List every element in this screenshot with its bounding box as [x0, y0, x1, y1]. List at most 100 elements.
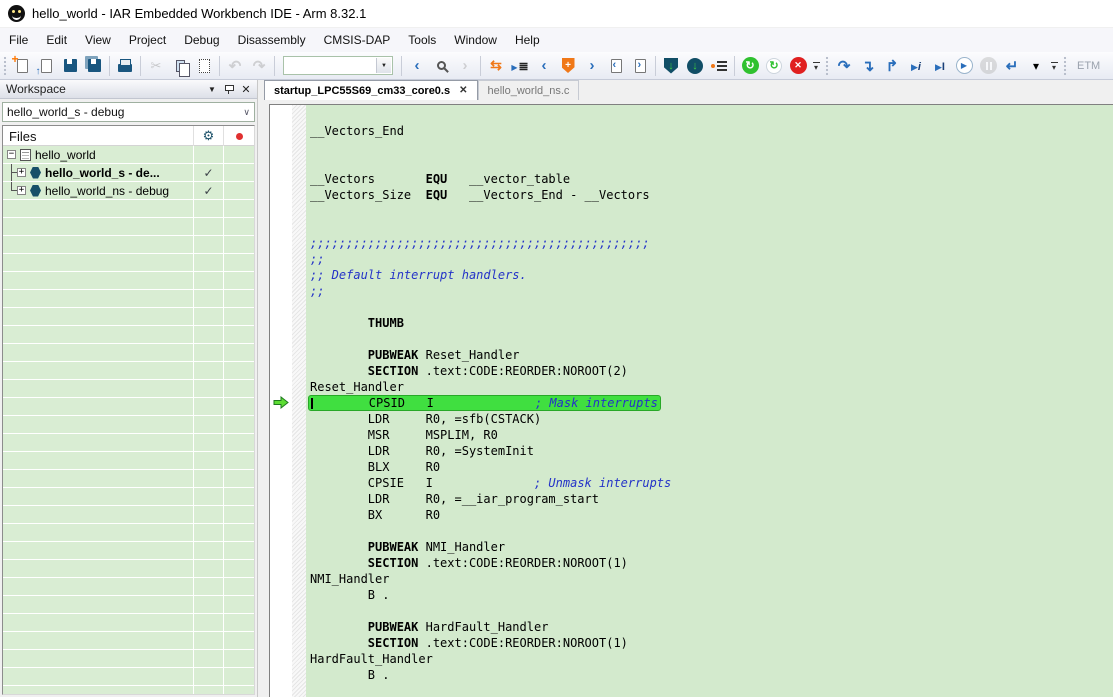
log-list-button[interactable]	[707, 54, 731, 78]
tree-row-hello-world-ns-debug[interactable]: +hello_world_ns - debug✓	[3, 182, 254, 200]
code-view[interactable]: __Vectors_End __Vectors EQU __vector_tab…	[306, 105, 1113, 697]
copy-button[interactable]	[168, 54, 192, 78]
output-column-header[interactable]	[223, 126, 254, 146]
toolbar-grip[interactable]	[2, 56, 8, 76]
undo-button[interactable]: ↶	[223, 54, 247, 78]
step-out-button[interactable]: ↱	[880, 54, 904, 78]
debug-options-dropdown[interactable]: ▾	[1024, 54, 1048, 78]
menu-tools[interactable]: Tools	[399, 28, 445, 52]
tab-startup-lpc55s69-cm33-core0-s[interactable]: startup_LPC55S69_cm33_core0.s✕	[264, 80, 478, 100]
expand-icon[interactable]: +	[17, 168, 26, 177]
menu-window[interactable]: Window	[445, 28, 506, 52]
next-bookmark-button[interactable]: ›	[580, 54, 604, 78]
new-document-icon	[17, 59, 28, 73]
collapse-icon[interactable]: −	[7, 150, 16, 159]
chevron-left-icon: ‹	[415, 57, 420, 74]
navigate-back-button[interactable]: ‹	[405, 54, 429, 78]
pin-icon[interactable]	[222, 82, 236, 96]
step-into-button[interactable]: ↴	[856, 54, 880, 78]
save-all-button[interactable]	[82, 54, 106, 78]
orange-shield-plus-icon: +	[562, 58, 575, 73]
expand-icon[interactable]: +	[17, 186, 26, 195]
run-to-cursor-button[interactable]	[928, 54, 952, 78]
menu-debug[interactable]: Debug	[175, 28, 228, 52]
toolbar-overflow-button[interactable]: ▾	[1048, 55, 1060, 77]
navigate-forward-button[interactable]: ›	[453, 54, 477, 78]
jump-to-list-button[interactable]	[508, 54, 532, 78]
current-statement-arrow-icon	[273, 396, 289, 409]
new-file-button[interactable]	[10, 54, 34, 78]
goto-next-doc-button[interactable]	[628, 54, 652, 78]
goto-previous-doc-button[interactable]	[604, 54, 628, 78]
toolbar-grip[interactable]	[1062, 56, 1068, 76]
toolbar-grip[interactable]	[824, 56, 830, 76]
menu-view[interactable]: View	[76, 28, 120, 52]
tree-empty-row	[3, 416, 254, 434]
step-return-button[interactable]: ↵	[1000, 54, 1024, 78]
print-button[interactable]	[113, 54, 137, 78]
code-line: ;;	[310, 283, 1113, 299]
code-line: LDR R0, =SystemInit	[310, 443, 1113, 459]
tree-row-hello-world-s-de-[interactable]: +hello_world_s - de...✓	[3, 164, 254, 182]
shield-download-icon: ↓	[664, 58, 678, 74]
options-column-header[interactable]: ⚙	[193, 126, 223, 146]
tree-empty-row	[3, 254, 254, 272]
toggle-source-button[interactable]: ⇆	[484, 54, 508, 78]
download-and-debug-button[interactable]: ↓	[659, 54, 683, 78]
find-combobox[interactable]: ▼	[283, 56, 393, 75]
go-button[interactable]: ▶	[952, 54, 976, 78]
close-icon[interactable]: ✕	[239, 82, 253, 96]
save-button[interactable]	[58, 54, 82, 78]
cut-button[interactable]: ✂	[144, 54, 168, 78]
paste-button[interactable]	[192, 54, 216, 78]
play-list-icon	[511, 57, 528, 75]
step-over-button[interactable]: ↷	[832, 54, 856, 78]
tab-close-icon[interactable]: ✕	[459, 85, 467, 96]
menu-edit[interactable]: Edit	[37, 28, 76, 52]
toolbar-separator	[140, 56, 141, 76]
tree-row-hello-world[interactable]: − hello_world	[3, 146, 254, 164]
workspace-menu-dropdown-icon[interactable]: ▼	[205, 82, 219, 96]
next-statement-button[interactable]	[904, 54, 928, 78]
code-line: THUMB	[310, 315, 1113, 331]
editor-gutter[interactable]	[292, 105, 306, 697]
toggle-bookmark-button[interactable]: +	[556, 54, 580, 78]
tab-hello-world-ns-c[interactable]: hello_world_ns.c	[478, 80, 580, 100]
workspace-panel-header[interactable]: Workspace ▼ ✕	[0, 80, 257, 99]
code-line: SECTION .text:CODE:REORDER:NOROOT(1)	[310, 555, 1113, 571]
stop-debugging-button[interactable]: ✕	[786, 54, 810, 78]
combo-dropdown-icon[interactable]: ▼	[376, 58, 391, 73]
redo-button[interactable]: ↷	[247, 54, 271, 78]
break-button[interactable]: ↻	[762, 54, 786, 78]
pause-button[interactable]	[976, 54, 1000, 78]
tree-node-label: hello_world_ns - debug	[45, 184, 169, 198]
code-line: MSR MSPLIM, R0	[310, 427, 1113, 443]
chevron-left-icon: ‹	[542, 57, 547, 74]
configuration-selector-value: hello_world_s - debug	[7, 105, 243, 119]
previous-bookmark-button[interactable]: ‹	[532, 54, 556, 78]
printer-icon	[118, 64, 132, 72]
find-input[interactable]	[286, 58, 374, 73]
open-file-button[interactable]	[34, 54, 58, 78]
menu-file[interactable]: File	[0, 28, 37, 52]
toolbar-separator	[109, 56, 110, 76]
menu-project[interactable]: Project	[120, 28, 175, 52]
menu-disassembly[interactable]: Disassembly	[229, 28, 315, 52]
etm-label[interactable]: ETM	[1077, 60, 1100, 72]
workspace-file-icon	[20, 149, 31, 161]
code-line	[310, 603, 1113, 619]
menu-cmsis-dap[interactable]: CMSIS-DAP	[315, 28, 400, 52]
toolbar-overflow-button[interactable]: ▾	[810, 55, 822, 77]
find-button[interactable]	[429, 54, 453, 78]
tree-empty-row	[3, 200, 254, 218]
debug-without-downloading-button[interactable]: ↓	[683, 54, 707, 78]
menu-help[interactable]: Help	[506, 28, 549, 52]
floppy-disk-icon	[64, 59, 77, 72]
document-back-icon	[611, 59, 622, 73]
tree-node-label: hello_world	[35, 148, 96, 162]
redo-arrow-icon: ↷	[253, 57, 266, 75]
reset-button[interactable]: ↻	[738, 54, 762, 78]
tree-empty-row	[3, 614, 254, 632]
reset-circle-icon: ↻	[742, 57, 759, 74]
configuration-selector[interactable]: hello_world_s - debug ∨	[2, 102, 255, 122]
